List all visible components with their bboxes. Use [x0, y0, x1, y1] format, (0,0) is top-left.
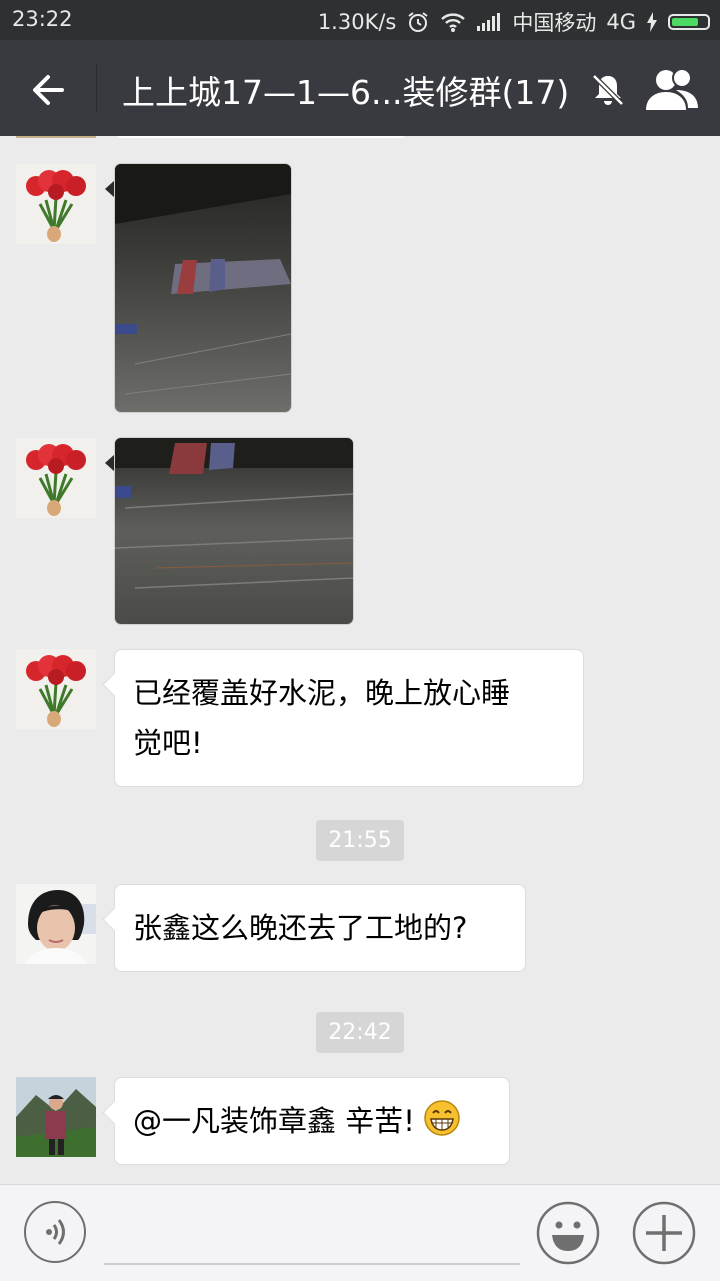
avatar-person-outdoor[interactable]	[16, 1077, 96, 1157]
message-text: @一凡装饰章鑫 辛苦!	[133, 1104, 415, 1138]
timestamp: 22:42	[0, 1012, 720, 1053]
timestamp: 21:55	[0, 820, 720, 861]
image-message[interactable]	[114, 437, 354, 625]
message-line: 觉吧!	[133, 726, 203, 760]
alarm-icon	[408, 12, 428, 32]
message-input[interactable]	[104, 1263, 520, 1265]
chat-header: 上上城17—1—6...装修群(17)	[0, 40, 720, 136]
net-speed: 1.30K/s	[317, 10, 397, 34]
message-line: 张鑫这么晚还去了工地的?	[133, 911, 468, 945]
voice-icon[interactable]	[24, 1201, 86, 1263]
mute-bell-icon	[592, 74, 624, 106]
status-time: 23:22	[12, 7, 73, 31]
timestamp-label: 21:55	[316, 820, 404, 861]
network-type: 4G	[606, 10, 636, 34]
message-list[interactable]: 已经覆盖好水泥，晚上放心睡 觉吧! 21:55 张鑫这么晚还去了工地的? 22:…	[0, 136, 720, 1184]
text-message[interactable]: 已经覆盖好水泥，晚上放心睡 觉吧!	[114, 649, 584, 787]
wifi-icon	[441, 13, 466, 32]
image-message[interactable]	[114, 163, 292, 413]
message-line: @一凡装饰章鑫 辛苦!	[133, 1096, 491, 1146]
timestamp-label: 22:42	[316, 1012, 404, 1053]
carrier-name: 中国移动	[512, 11, 597, 35]
text-message[interactable]: 张鑫这么晚还去了工地的?	[114, 884, 526, 972]
avatar	[16, 136, 96, 138]
group-members-icon[interactable]	[644, 66, 700, 112]
avatar-roses[interactable]	[16, 438, 96, 518]
emoji-icon[interactable]	[536, 1201, 600, 1265]
signal-icon	[477, 13, 501, 31]
header-divider	[96, 64, 97, 112]
battery-icon	[668, 14, 710, 30]
charging-icon	[647, 12, 657, 32]
text-message[interactable]: @一凡装饰章鑫 辛苦!	[114, 1077, 510, 1165]
message-bubble-partial	[116, 136, 406, 138]
avatar-roses[interactable]	[16, 164, 96, 244]
message-line: 已经覆盖好水泥，晚上放心睡	[133, 676, 511, 710]
avatar-roses[interactable]	[16, 649, 96, 729]
back-arrow-icon[interactable]	[28, 68, 72, 112]
chat-title: 上上城17—1—6...装修群(17)	[122, 73, 570, 112]
grin-emoji-icon	[424, 1100, 460, 1136]
input-bar	[0, 1184, 720, 1281]
plus-icon[interactable]	[632, 1201, 696, 1265]
status-bar: 23:22 1.30K/s 中国移动 4G	[0, 0, 720, 40]
avatar-woman[interactable]	[16, 884, 96, 964]
